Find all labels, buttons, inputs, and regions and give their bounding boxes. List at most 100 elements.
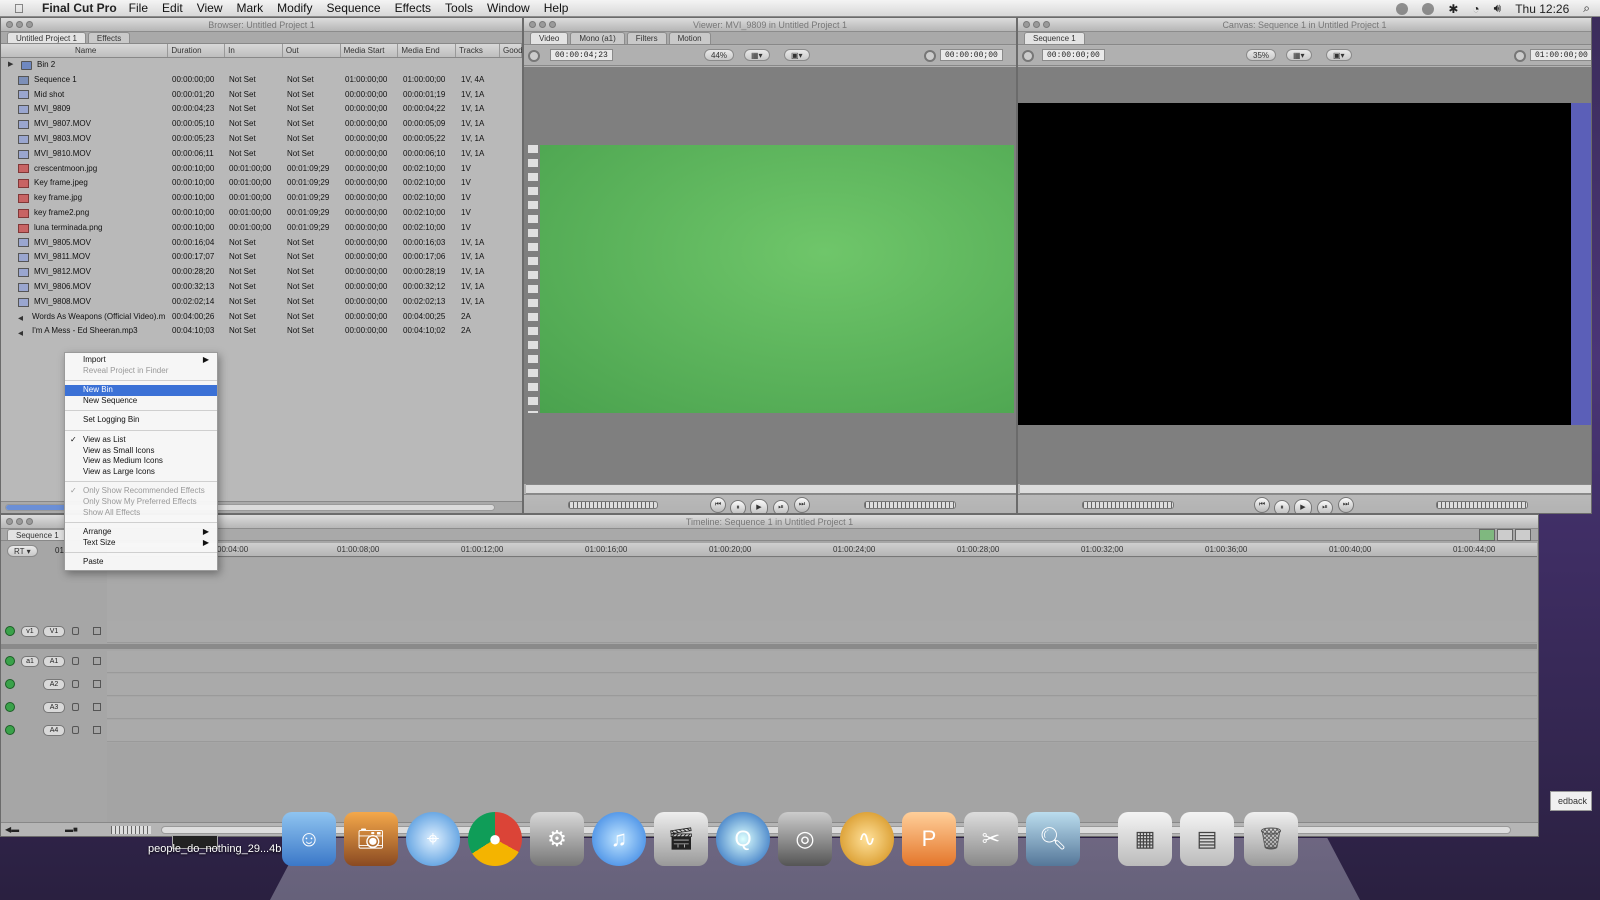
source-patch-v1[interactable]: v1: [21, 626, 39, 637]
safari-icon[interactable]: ⌖: [406, 812, 460, 866]
tab-timeline-sequence[interactable]: Sequence 1: [7, 529, 68, 540]
iphoto-icon[interactable]: 📷︎: [344, 812, 398, 866]
auto-select-icon[interactable]: [93, 680, 101, 688]
browser-row[interactable]: MVI_9805.MOV 00:00:16;04 Not Set Not Set 00:…: [1, 236, 522, 251]
canvas-shuttle[interactable]: [1082, 501, 1174, 509]
col-tracks[interactable]: Tracks: [456, 44, 500, 57]
menu-file[interactable]: File: [129, 1, 148, 15]
canvas-duration-timecode[interactable]: 00:00:00;00: [1042, 49, 1105, 61]
volume-icon[interactable]: 🔊︎: [1494, 1, 1502, 16]
col-good[interactable]: Good: [500, 44, 522, 57]
browser-row[interactable]: Key frame.jpeg 00:00:10;00 00:01:00;00 00:0…: [1, 176, 522, 191]
browser-row[interactable]: MVI_9803.MOV 00:00:05;23 Not Set Not Set 00:…: [1, 132, 522, 147]
canvas-clock-icon[interactable]: [1514, 50, 1526, 62]
canvas-play-in-out-icon[interactable]: ⏸: [1274, 500, 1290, 513]
play-around-icon[interactable]: ⏯: [773, 500, 789, 513]
canvas-prev-edit-icon[interactable]: ⏮: [1254, 497, 1270, 513]
menu-window[interactable]: Window: [487, 1, 530, 15]
track-visibility-toggle[interactable]: [5, 626, 15, 636]
browser-row[interactable]: Sequence 1 00:00:00;00 Not Set Not Set 01:00…: [1, 73, 522, 88]
clock[interactable]: Thu 12:26: [1515, 2, 1569, 16]
viewer-scrubber[interactable]: [526, 484, 1016, 494]
track-audible-toggle[interactable]: [5, 656, 15, 666]
minimize-icon[interactable]: [539, 21, 546, 28]
browser-row[interactable]: Words As Weapons (Official Video).m 00:04…: [1, 310, 522, 325]
browser-row[interactable]: MVI_9808.MOV 00:02:02;14 Not Set Not Set 00:…: [1, 295, 522, 310]
browser-row[interactable]: key frame.jpg 00:00:10;00 00:01:00;00 00:01…: [1, 191, 522, 206]
browser-row[interactable]: key frame2.png 00:00:10;00 00:01:00;00 00:0…: [1, 206, 522, 221]
col-out[interactable]: Out: [283, 44, 341, 57]
tab-canvas-sequence[interactable]: Sequence 1: [1024, 32, 1085, 44]
track-audible-toggle[interactable]: [5, 679, 15, 689]
canvas-current-timecode[interactable]: 01:00:00;00: [1530, 49, 1591, 61]
color-icon[interactable]: ✂: [964, 812, 1018, 866]
menu-item-view-as-large-icons[interactable]: View as Large Icons: [65, 467, 217, 478]
video-track-area[interactable]: [107, 558, 1537, 624]
timeline-ruler[interactable]: 00:04:00 01:00:08;00 01:00:12;00 01:00:1…: [107, 543, 1537, 557]
spotlight-icon[interactable]: ⌕: [1583, 1, 1590, 16]
soundtrack-icon[interactable]: ∿: [840, 812, 894, 866]
dest-patch-a2[interactable]: A2: [43, 679, 65, 690]
canvas-video-area[interactable]: [1018, 67, 1591, 484]
clip-overlays-icon[interactable]: [1515, 529, 1531, 541]
source-patch-a1[interactable]: a1: [21, 656, 39, 667]
chrome-icon[interactable]: ●: [468, 812, 522, 866]
col-media-end[interactable]: Media End: [398, 44, 457, 57]
viewer-video-area[interactable]: [524, 67, 1016, 484]
dest-patch-a4[interactable]: A4: [43, 725, 65, 736]
wifi-icon[interactable]: ◔: [1472, 2, 1479, 16]
canvas-jog-icon[interactable]: [1022, 50, 1034, 62]
tab-untitled-project[interactable]: Untitled Project 1: [7, 32, 86, 43]
auto-select-icon[interactable]: [93, 657, 101, 665]
col-in[interactable]: In: [225, 44, 283, 57]
minimize-icon[interactable]: [1033, 21, 1040, 28]
play-icon[interactable]: ▶: [750, 499, 768, 513]
track-audible-toggle[interactable]: [5, 725, 15, 735]
tab-motion[interactable]: Motion: [668, 32, 711, 44]
lock-icon[interactable]: [72, 703, 79, 711]
menu-item-view-as-list[interactable]: ✓ View as List: [65, 435, 217, 446]
zoom-icon[interactable]: [26, 518, 33, 525]
auto-select-icon[interactable]: [93, 726, 101, 734]
browser-row[interactable]: luna terminada.png 00:00:10;00 00:01:00;00…: [1, 221, 522, 236]
viewer-current-timecode[interactable]: 00:00:00;00: [940, 49, 1003, 61]
menu-item-arrange[interactable]: Arrange ▶: [65, 527, 217, 538]
menu-view[interactable]: View: [197, 1, 223, 15]
trash-icon[interactable]: 🗑︎: [1244, 812, 1298, 866]
menu-item-new-sequence[interactable]: New Sequence: [65, 396, 217, 407]
menu-sequence[interactable]: Sequence: [327, 1, 381, 15]
zoom-icon[interactable]: [1043, 21, 1050, 28]
menu-effects[interactable]: Effects: [395, 1, 431, 15]
desktop-file-label[interactable]: people_do_nothing_29...4b.jpg: [148, 843, 299, 855]
col-duration[interactable]: Duration: [168, 44, 226, 57]
feedback-button[interactable]: edback: [1550, 791, 1592, 811]
tab-effects[interactable]: Effects: [87, 32, 131, 43]
documents-stack-icon[interactable]: ▤: [1180, 812, 1234, 866]
browser-titlebar[interactable]: Browser: Untitled Project 1: [1, 18, 522, 32]
menu-item-set-logging-bin[interactable]: Set Logging Bin: [65, 415, 217, 426]
close-icon[interactable]: [6, 21, 13, 28]
col-media-start[interactable]: Media Start: [341, 44, 399, 57]
track-audible-toggle[interactable]: [5, 702, 15, 712]
lock-icon[interactable]: [72, 657, 79, 665]
track-a1[interactable]: [107, 651, 1537, 673]
canvas-play-around-icon[interactable]: ⏯: [1317, 500, 1333, 513]
time-machine-icon[interactable]: [1422, 2, 1435, 15]
viewer-view-popup[interactable]: ▦▾: [744, 49, 770, 61]
col-name[interactable]: Name: [1, 44, 169, 57]
canvas-overlay-popup[interactable]: ▣▾: [1326, 49, 1352, 61]
menu-item-view-as-small-icons[interactable]: View as Small Icons: [65, 446, 217, 457]
viewer-clock-icon[interactable]: [924, 50, 936, 62]
clip-keyframes-icon[interactable]: ◀▬: [5, 825, 19, 834]
menu-item-text-size[interactable]: Text Size ▶: [65, 538, 217, 549]
viewer-zoom-popup[interactable]: 44%: [704, 49, 735, 61]
timeline-timecode[interactable]: 01: [55, 546, 64, 555]
viewer-overlay-popup[interactable]: ▣▾: [784, 49, 810, 61]
canvas-jog-wheel[interactable]: [1436, 501, 1528, 509]
minimize-icon[interactable]: [16, 21, 23, 28]
quicktime-icon[interactable]: Q: [716, 812, 770, 866]
viewer-shuttle[interactable]: [568, 501, 658, 509]
apple-menu-icon[interactable]: : [14, 1, 34, 16]
audio-track-area[interactable]: [107, 743, 1537, 823]
dvd-studio-icon[interactable]: ◎: [778, 812, 832, 866]
